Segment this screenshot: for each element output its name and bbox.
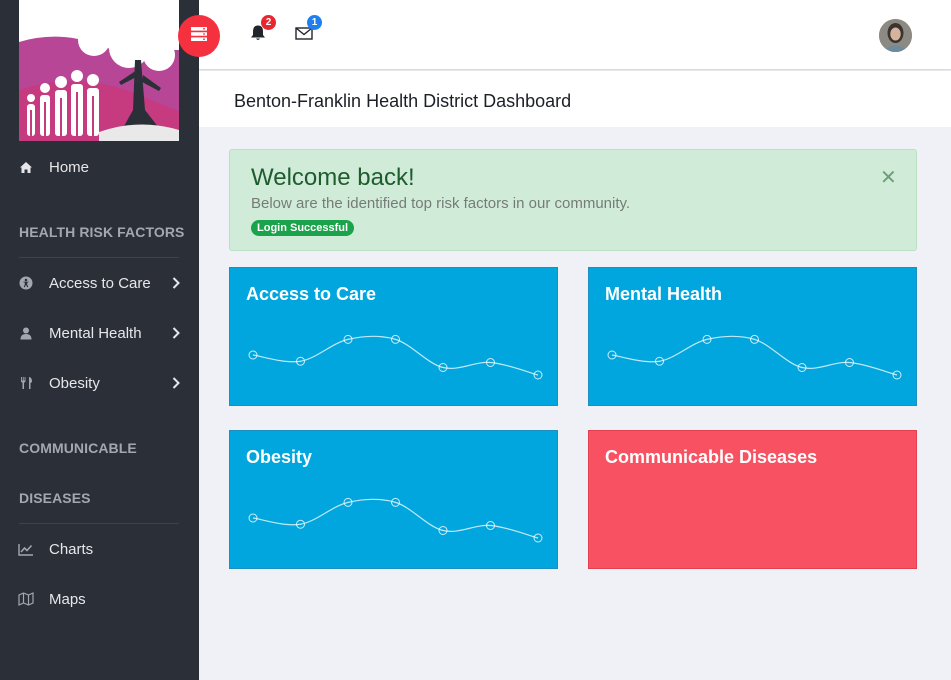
messages-button[interactable]: 1 [295, 15, 322, 46]
sidebar-item-label: Maps [49, 590, 86, 608]
user-avatar[interactable] [879, 19, 912, 52]
envelope-icon [295, 27, 313, 46]
sidebar-item-label: Charts [49, 540, 94, 558]
bell-icon [249, 25, 267, 46]
notifications-button[interactable]: 2 [249, 15, 276, 46]
sparkline-chart [248, 497, 543, 543]
server-icon [190, 26, 208, 47]
alert-heading: Welcome back! [251, 164, 415, 191]
chevron-right-icon [170, 327, 182, 339]
sidebar-item-home[interactable]: Home [0, 142, 199, 192]
sparkline-line [611, 335, 898, 376]
line-chart-icon [18, 541, 34, 557]
notification-count-badge: 2 [261, 15, 276, 30]
menu-toggle-button[interactable] [178, 15, 220, 57]
page-title: Benton-Franklin Health District Dashboar… [234, 91, 572, 111]
sidebar-item-obesity[interactable]: Obesity [0, 358, 199, 408]
sparkline-line [252, 498, 539, 539]
section-title-health-risk-factors: HEALTH RISK FACTORS [19, 224, 185, 240]
alert-message: Below are the identified top risk factor… [251, 195, 631, 212]
sidebar-item-label: Mental Health [49, 324, 142, 342]
welcome-alert: Welcome back! Below are the identified t… [229, 149, 917, 251]
sidebar: Home HEALTH RISK FACTORS Access to Care … [0, 0, 199, 680]
section-title-diseases: DISEASES [19, 490, 91, 506]
sidebar-item-access-to-care[interactable]: Access to Care [0, 258, 199, 308]
user-icon [18, 325, 34, 341]
home-icon [18, 159, 34, 175]
map-icon [18, 591, 34, 607]
sparkline-line [252, 335, 539, 376]
sidebar-item-label: Access to Care [49, 274, 151, 292]
sparkline-chart [607, 334, 902, 380]
universal-access-icon [18, 275, 34, 291]
chevron-right-icon [170, 277, 182, 289]
cutlery-icon [18, 375, 34, 391]
card-access-to-care[interactable]: Access to Care [229, 267, 558, 406]
sidebar-item-mental-health[interactable]: Mental Health [0, 308, 199, 358]
sidebar-item-label: Obesity [49, 374, 100, 392]
card-mental-health[interactable]: Mental Health [588, 267, 917, 406]
sidebar-item-charts[interactable]: Charts [0, 524, 199, 574]
page-header: Benton-Franklin Health District Dashboar… [199, 71, 951, 127]
health-district-logo [19, 0, 179, 141]
section-title-communicable: COMMUNICABLE [19, 440, 137, 456]
message-count-badge: 1 [307, 15, 322, 30]
topbar: 2 1 [199, 0, 951, 70]
card-obesity[interactable]: Obesity [229, 430, 558, 569]
card-communicable-diseases[interactable]: Communicable Diseases [588, 430, 917, 569]
chevron-right-icon [170, 377, 182, 389]
sidebar-item-maps[interactable]: Maps [0, 574, 199, 624]
sidebar-item-label: Home [49, 158, 90, 176]
close-icon[interactable]: ✕ [880, 165, 897, 190]
sparkline-chart [248, 334, 543, 380]
card-title: Communicable Diseases [605, 447, 818, 467]
login-status-badge: Login Successful [251, 220, 355, 236]
